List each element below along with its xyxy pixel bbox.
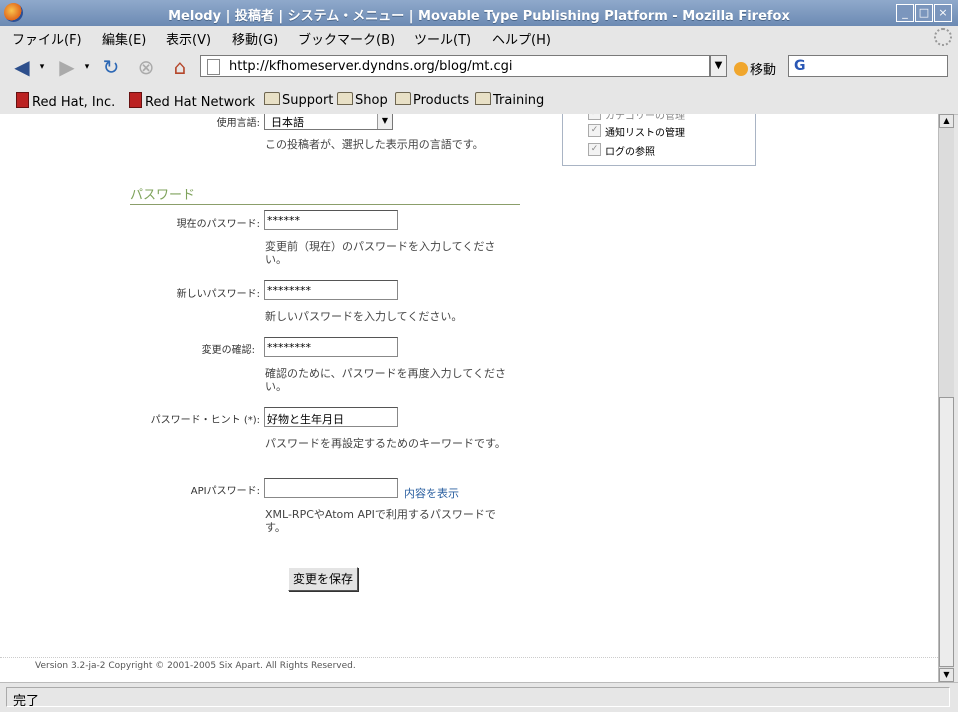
url-text: http://kfhomeserver.dyndns.org/blog/mt.c… (229, 59, 513, 74)
checkbox-icon[interactable]: ✓ (588, 124, 601, 137)
language-help: この投稿者が、選択した表示用の言語です。 (265, 138, 484, 151)
menu-edit[interactable]: 編集(E) (102, 29, 146, 48)
scroll-down-icon[interactable]: ▼ (939, 668, 954, 682)
maximize-button[interactable]: □ (915, 4, 933, 22)
bookmark-page-icon (16, 92, 29, 108)
menu-go[interactable]: 移動(G) (232, 29, 278, 48)
permission-item[interactable]: ✓ ログの参照 (588, 143, 655, 158)
go-icon (734, 62, 748, 76)
window-title: Melody | 投稿者 | システム・メニュー | Movable Type … (168, 9, 790, 24)
bookmark-folder-training[interactable]: Training (475, 92, 544, 108)
stop-icon[interactable]: ⊗ (134, 56, 158, 78)
checkbox-icon[interactable]: ✓ (588, 143, 601, 156)
language-value: 日本語 (271, 116, 304, 129)
api-password-label: APIパスワード: (190, 486, 260, 497)
menu-bookmarks[interactable]: ブックマーク(B) (298, 29, 395, 48)
back-dropdown-icon[interactable]: ▾ (36, 56, 48, 78)
google-search-icon: G (794, 58, 806, 74)
status-text: 完了 (6, 687, 950, 709)
url-dropdown-icon[interactable]: ▼ (710, 55, 727, 77)
api-password-help: XML-RPCやAtom APIで利用するパスワードです。 (265, 508, 496, 534)
current-password-input[interactable]: ****** (264, 210, 398, 230)
confirm-password-label: 変更の確認: (201, 345, 255, 356)
bookmark-folder-products[interactable]: Products (395, 92, 469, 108)
folder-icon (264, 92, 280, 105)
save-changes-button[interactable]: 変更を保存 (288, 567, 359, 591)
permission-label: ログの参照 (605, 147, 655, 158)
search-input[interactable]: G (788, 55, 948, 77)
permission-item[interactable]: ✓ 通知リストの管理 (588, 124, 685, 139)
status-bar: 完了 (0, 682, 958, 712)
menu-view[interactable]: 表示(V) (166, 29, 211, 48)
chevron-down-icon: ▼ (377, 114, 392, 129)
folder-icon (395, 92, 411, 105)
bookmark-redhat-network[interactable]: Red Hat Network (129, 92, 255, 110)
go-label: 移動 (750, 63, 777, 78)
permission-item[interactable]: ✓ カテゴリーの管理 (588, 114, 685, 122)
current-password-label: 現在のパスワード: (176, 219, 260, 230)
close-button[interactable]: × (934, 4, 952, 22)
bookmark-page-icon (129, 92, 142, 108)
go-button[interactable]: 移動 (734, 59, 776, 78)
bookmark-label: Red Hat, Inc. (32, 95, 116, 110)
menu-file[interactable]: ファイル(F) (12, 29, 82, 48)
bookmarks-toolbar: Red Hat, Inc. Red Hat Network Support Sh… (0, 86, 958, 115)
confirm-password-help: 確認のために、パスワードを再度入力してください。 (265, 367, 507, 393)
new-password-help: 新しいパスワードを入力してください。 (265, 310, 463, 323)
folder-icon (475, 92, 491, 105)
permissions-box: ✓ カテゴリーの管理 ✓ 通知リストの管理 ✓ ログの参照 (562, 114, 756, 166)
checkbox-icon[interactable]: ✓ (588, 114, 601, 120)
new-password-input[interactable]: ******** (264, 280, 398, 300)
bookmark-label: Support (282, 93, 334, 108)
permission-label: 通知リストの管理 (605, 128, 685, 139)
page-footer: Version 3.2-ja-2 Copyright © 2001-2005 S… (0, 657, 938, 671)
password-hint-help: パスワードを再設定するためのキーワードです。 (265, 437, 506, 450)
reload-icon[interactable]: ↻ (99, 56, 123, 78)
page-icon (207, 59, 220, 75)
home-icon[interactable]: ⌂ (168, 56, 192, 78)
vertical-scrollbar[interactable]: ▲ ▼ (938, 114, 954, 682)
scroll-up-icon[interactable]: ▲ (939, 114, 954, 128)
page-content: 使用言語: 日本語 ▼ この投稿者が、選択した表示用の言語です。 ✓ カテゴリーの… (0, 114, 938, 682)
confirm-password-input[interactable]: ******** (264, 337, 398, 357)
language-label: 使用言語: (216, 118, 260, 129)
password-section-title: パスワード (130, 184, 520, 205)
forward-dropdown-icon[interactable]: ▾ (81, 56, 93, 78)
menu-tools[interactable]: ツール(T) (414, 29, 471, 48)
current-password-help: 変更前（現在）のパスワードを入力してください。 (265, 240, 496, 266)
bookmark-folder-shop[interactable]: Shop (337, 92, 388, 108)
bookmark-label: Red Hat Network (145, 95, 256, 110)
permission-label: カテゴリーの管理 (605, 114, 685, 122)
language-select[interactable]: 日本語 ▼ (264, 114, 393, 130)
bookmark-label: Products (413, 93, 470, 108)
bookmark-label: Training (493, 93, 545, 108)
menu-bar: ファイル(F) 編集(E) 表示(V) 移動(G) ブックマーク(B) ツール(… (0, 26, 958, 50)
back-arrow-icon[interactable]: ◀ (10, 56, 34, 78)
window-titlebar: Melody | 投稿者 | システム・メニュー | Movable Type … (0, 0, 958, 26)
url-bar[interactable]: http://kfhomeserver.dyndns.org/blog/mt.c… (200, 55, 710, 77)
menu-help[interactable]: ヘルプ(H) (492, 29, 551, 48)
password-hint-label: パスワード・ヒント (*): (150, 415, 260, 426)
copyright-text: Version 3.2-ja-2 Copyright © 2001-2005 S… (35, 661, 356, 671)
new-password-label: 新しいパスワード: (176, 289, 260, 300)
password-hint-input[interactable]: 好物と生年月日 (264, 407, 398, 427)
bookmark-redhat-inc[interactable]: Red Hat, Inc. (16, 92, 115, 110)
minimize-button[interactable]: _ (896, 4, 914, 22)
bookmark-folder-support[interactable]: Support (264, 92, 333, 108)
forward-arrow-icon[interactable]: ▶ (55, 56, 79, 78)
throbber-icon (934, 28, 952, 46)
api-password-input[interactable] (264, 478, 398, 498)
bookmark-label: Shop (355, 93, 388, 108)
show-api-password-link[interactable]: 内容を表示 (404, 485, 459, 501)
scrollbar-thumb[interactable] (939, 397, 954, 667)
folder-icon (337, 92, 353, 105)
